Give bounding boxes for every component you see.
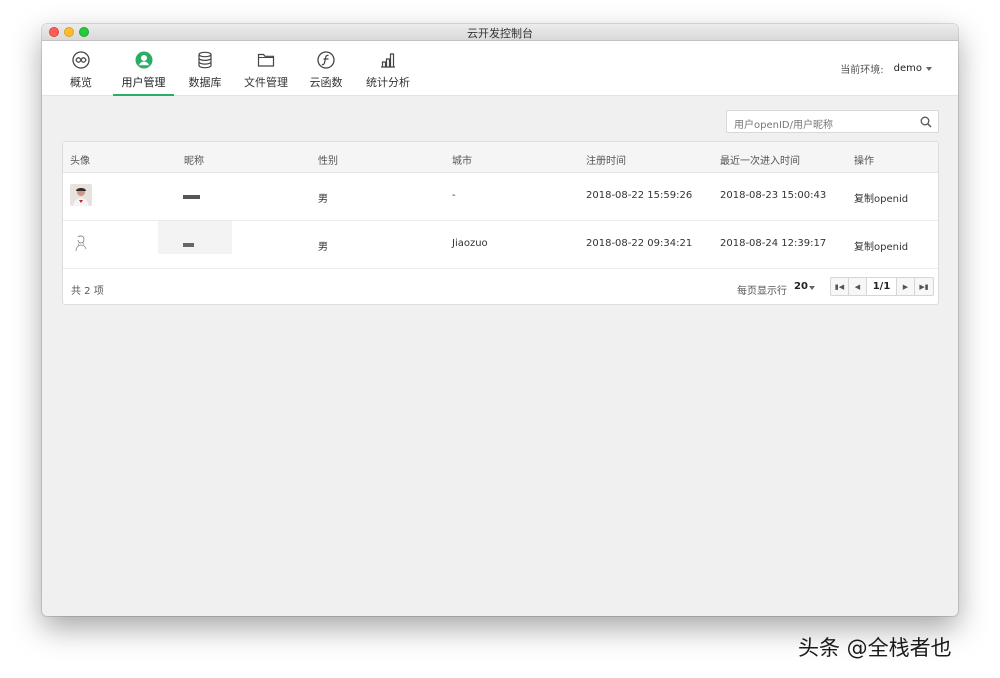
copy-openid-button[interactable]: 复制openid (854, 238, 908, 253)
nickname-redacted (183, 243, 194, 247)
table-header: 头像 昵称 性别 城市 注册时间 最近一次进入时间 操作 (63, 142, 938, 173)
cloud-function-icon (317, 51, 335, 69)
prev-page-button[interactable]: ◀ (849, 278, 867, 295)
nav-label: 概览 (70, 76, 92, 89)
last-visit-cell: 2018-08-24 12:39:17 (720, 238, 827, 249)
stage: 云开发控制台 概览 用户管理 数据库 文件管理 云函数 统计分析 当前环境: d… (0, 0, 1000, 678)
chevron-down-icon (926, 66, 932, 71)
avatar (70, 184, 92, 206)
column-header-nickname: 昵称 (184, 156, 204, 167)
registered-cell: 2018-08-22 09:34:21 (586, 238, 693, 249)
watermark: 头条 @全栈者也 (798, 636, 952, 660)
search-icon[interactable] (920, 116, 932, 128)
total-count: 共 2 项 (71, 286, 104, 297)
nav-item-database[interactable]: 数据库 (186, 41, 224, 96)
registered-cell: 2018-08-22 15:59:26 (586, 190, 693, 201)
statistics-icon (381, 53, 395, 68)
overview-icon (72, 51, 90, 69)
top-nav: 概览 用户管理 数据库 文件管理 云函数 统计分析 当前环境: demo (42, 41, 958, 96)
nav-item-overview[interactable]: 概览 (64, 41, 98, 96)
pagination: ▮◀ ◀ 1/1 ▶ ▶▮ (830, 277, 934, 296)
column-header-gender: 性别 (318, 156, 338, 167)
user-table-panel: 头像 昵称 性别 城市 注册时间 最近一次进入时间 操作 男 - 2018-08… (62, 141, 939, 305)
city-cell: Jiaozuo (452, 238, 488, 249)
per-page-label: 每页显示行 (737, 286, 787, 297)
search-input[interactable]: 用户openID/用户昵称 (726, 110, 939, 133)
column-header-action: 操作 (854, 156, 874, 167)
city-cell: - (452, 190, 456, 201)
user-icon (135, 51, 152, 69)
chevron-down-icon[interactable] (809, 286, 815, 290)
environment-selector[interactable]: 当前环境: demo (840, 61, 932, 76)
table-row: 男 - 2018-08-22 15:59:26 2018-08-23 15:00… (63, 173, 938, 221)
avatar (70, 232, 92, 254)
search-placeholder: 用户openID/用户昵称 (734, 120, 833, 131)
gender-cell: 男 (318, 242, 328, 253)
nav-label: 用户管理 (121, 76, 166, 89)
column-header-last-visit: 最近一次进入时间 (720, 156, 800, 167)
column-header-city: 城市 (452, 156, 472, 167)
table-row: 男 Jiaozuo 2018-08-22 09:34:21 2018-08-24… (63, 221, 938, 269)
environment-value: demo (893, 63, 922, 74)
title-bar: 云开发控制台 (42, 24, 958, 41)
per-page-select[interactable]: 20 (794, 281, 808, 292)
nav-item-file-management[interactable]: 文件管理 (242, 41, 290, 96)
database-icon (198, 51, 212, 69)
last-visit-cell: 2018-08-23 15:00:43 (720, 190, 827, 201)
nav-label: 统计分析 (366, 76, 410, 89)
next-page-button[interactable]: ▶ (897, 278, 915, 295)
gender-cell: 男 (318, 194, 328, 205)
nickname-redacted (183, 195, 200, 199)
last-page-button[interactable]: ▶▮ (915, 278, 933, 295)
page-indicator: 1/1 (867, 278, 897, 295)
nickname-redacted-box (158, 221, 232, 254)
app-window: 云开发控制台 概览 用户管理 数据库 文件管理 云函数 统计分析 当前环境: d… (42, 24, 958, 616)
nav-label: 文件管理 (244, 76, 288, 89)
environment-label: 当前环境: (840, 65, 884, 76)
first-page-button[interactable]: ▮◀ (831, 278, 849, 295)
window-title: 云开发控制台 (467, 27, 533, 40)
table-footer: 共 2 项 每页显示行 20 ▮◀ ◀ 1/1 ▶ ▶▮ (63, 269, 938, 306)
copy-openid-button[interactable]: 复制openid (854, 190, 908, 205)
nav-item-statistics[interactable]: 统计分析 (364, 41, 412, 96)
nav-item-cloud-function[interactable]: 云函数 (308, 41, 344, 96)
nav-label: 数据库 (188, 76, 222, 89)
nav-item-user-management[interactable]: 用户管理 (113, 41, 174, 96)
column-header-registered: 注册时间 (586, 156, 626, 167)
folder-icon (257, 53, 275, 67)
nav-label: 云函数 (309, 76, 343, 89)
column-header-avatar: 头像 (70, 156, 90, 167)
